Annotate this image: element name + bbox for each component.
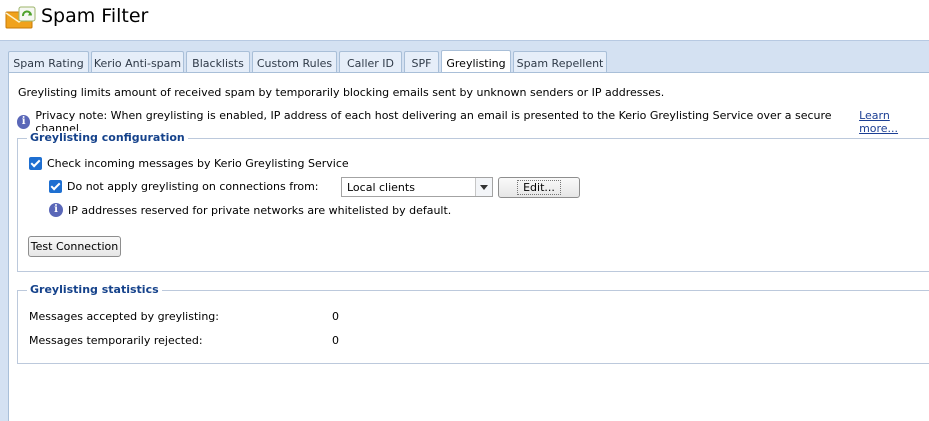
info-icon: i [49,203,63,217]
test-connection-button[interactable]: Test Connection [28,236,121,257]
learn-more-link[interactable]: Learn more... [859,109,929,135]
check-incoming-checkbox[interactable] [29,157,42,170]
greylisting-configuration-legend: Greylisting configuration [27,131,188,144]
edit-button[interactable]: Edit... [498,177,580,198]
whitelist-note: i IP addresses reserved for private netw… [49,203,451,217]
messages-accepted-value: 0 [332,310,339,323]
messages-rejected-label: Messages temporarily rejected: [29,334,203,347]
do-not-apply-checkbox[interactable] [49,180,62,193]
tab-blacklists[interactable]: Blacklists [186,51,250,74]
tab-strip: Spam Rating Kerio Anti-spam Blacklists C… [0,40,929,75]
do-not-apply-label: Do not apply greylisting on connections … [67,180,319,193]
messages-rejected-value: 0 [332,334,339,347]
do-not-apply-row: Do not apply greylisting on connections … [49,180,319,193]
whitelist-note-text: IP addresses reserved for private networ… [68,203,452,217]
page-title: Spam Filter [41,5,149,27]
left-border-strip [0,72,8,421]
tab-kerio-anti-spam[interactable]: Kerio Anti-spam [91,51,184,74]
greylisting-statistics-legend: Greylisting statistics [27,283,162,296]
tab-spf[interactable]: SPF [404,51,439,74]
greylisting-statistics-group [17,290,929,364]
info-icon: i [17,115,31,129]
edit-button-label: Edit... [517,180,561,195]
check-incoming-label: Check incoming messages by Kerio Greylis… [47,157,349,170]
tab-spam-repellent[interactable]: Spam Repellent [513,51,607,74]
tab-custom-rules[interactable]: Custom Rules [252,51,337,74]
messages-accepted-label: Messages accepted by greylisting: [29,310,219,323]
connections-select-value: Local clients [347,180,415,194]
title-bar: Spam Filter [0,0,929,40]
intro-text: Greylisting limits amount of received sp… [18,86,665,99]
tab-caller-id[interactable]: Caller ID [339,51,402,74]
check-incoming-row: Check incoming messages by Kerio Greylis… [29,157,349,170]
connections-select[interactable]: Local clients [341,177,493,197]
envelope-with-recycle-icon [5,6,37,30]
chevron-down-icon[interactable] [475,178,492,196]
tab-spam-rating[interactable]: Spam Rating [8,51,89,74]
